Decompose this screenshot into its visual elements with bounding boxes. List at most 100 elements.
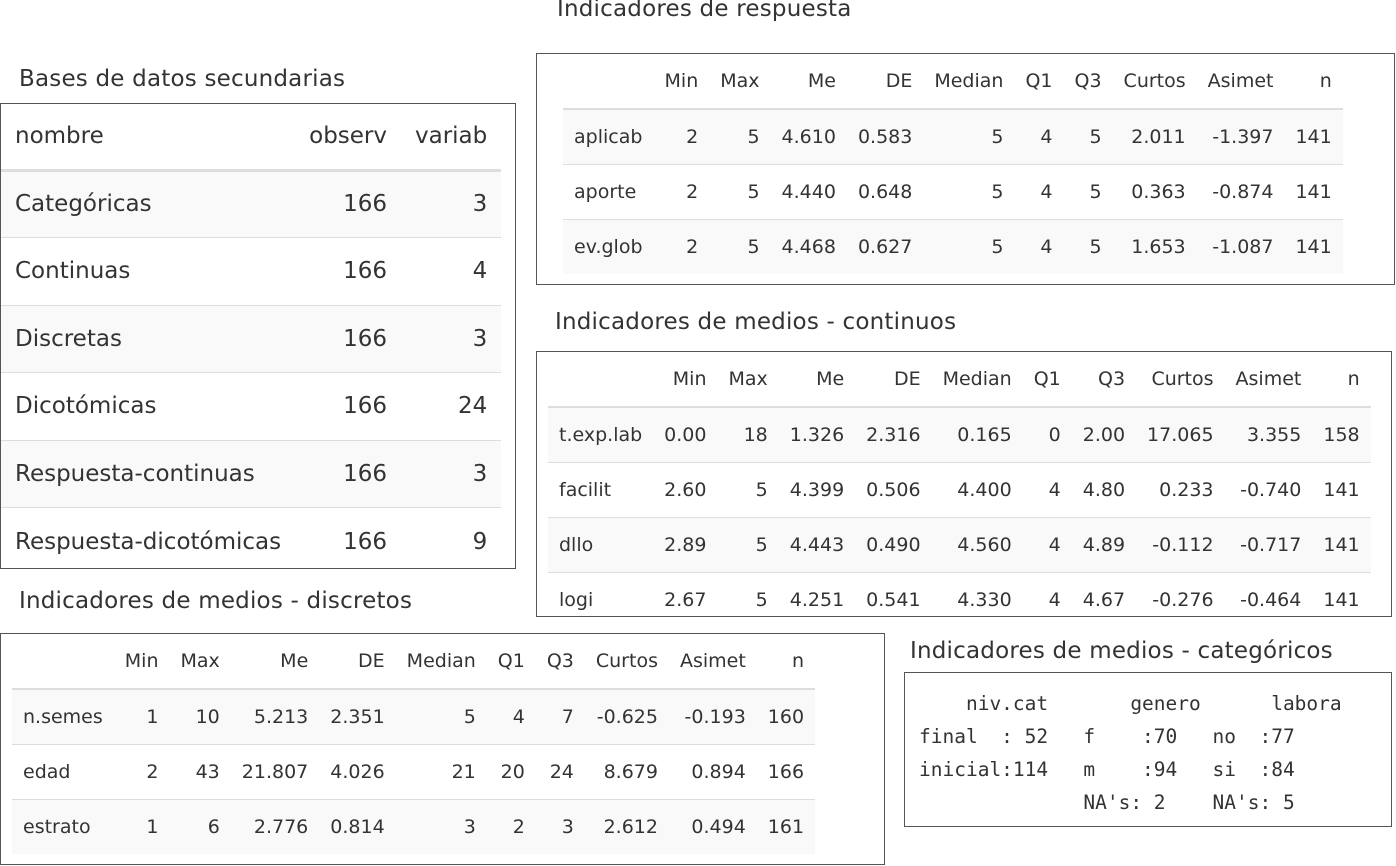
table-cell: -0.276	[1136, 571, 1225, 616]
header-rowname	[563, 54, 654, 110]
table-cell: 2.00	[1071, 406, 1137, 462]
column-header: Q3	[1063, 54, 1113, 110]
table-row: logi 2.67 5 4.251 0.541 4.330 4 4.67 -0.276 -0.46…	[548, 571, 1371, 616]
row-label: Dicotómicas	[1, 372, 296, 440]
column-header: nombre	[1, 104, 296, 172]
title-discretos: Indicadores de medios - discretos	[19, 588, 413, 614]
table-cell: 4	[1022, 516, 1072, 572]
table-row: Categóricas 166 3	[1, 169, 502, 238]
table-cell: 5	[709, 108, 771, 164]
column-header: n	[756, 634, 816, 690]
table-cell: 161	[756, 798, 816, 854]
table-cell: 166	[295, 304, 401, 373]
table-cell: 166	[295, 169, 401, 238]
categoricos-summary: niv.cat genero labora final : 52 f :70 n…	[919, 687, 1391, 819]
table-cell: 166	[295, 507, 401, 568]
table-cell: 17.065	[1136, 406, 1225, 462]
table-cell: 4.251	[778, 571, 856, 616]
table-cell: 5	[923, 218, 1015, 274]
column-header: Q3	[1071, 352, 1137, 408]
table-cell: 0.363	[1112, 163, 1197, 219]
table-cell: 2.351	[319, 688, 396, 744]
table-cell: -0.874	[1196, 163, 1285, 219]
column-header: Median	[923, 54, 1015, 110]
table-cell: 1	[113, 688, 170, 744]
table-cell: 0.506	[855, 461, 932, 517]
row-label: aplicab	[563, 108, 654, 164]
row-label: logi	[548, 571, 654, 616]
table-cell: 141	[1284, 163, 1343, 219]
table-cell: 6	[169, 798, 231, 854]
column-header: Min	[113, 634, 170, 690]
table-cell: 4	[1022, 461, 1072, 517]
table-cell: 5	[717, 571, 779, 616]
table-cell: 3	[401, 169, 502, 238]
row-label: edad	[12, 743, 114, 799]
row-label: Categóricas	[1, 169, 296, 238]
row-label: Discretas	[1, 304, 296, 373]
row-label: dllo	[548, 516, 654, 572]
column-header: Curtos	[1136, 352, 1225, 408]
table-row: estrato 1 6 2.776 0.814 3 2 3 2.612 0.494 161	[12, 798, 816, 854]
discretos-header-row: Min Max Me DE Median Q1 Q3 Curtos Asimet n	[12, 634, 816, 690]
table-row: dllo 2.89 5 4.443 0.490 4.560 4 4.89 -0.112 -0.71…	[548, 516, 1371, 572]
table-row: Respuesta-continuas 166 3	[1, 439, 502, 508]
table-cell: 18	[717, 406, 779, 462]
table-cell: 2.89	[653, 516, 718, 572]
table-cell: 7	[535, 688, 585, 744]
row-label: Continuas	[1, 237, 296, 305]
table-cell: 4.468	[770, 218, 847, 274]
table-cell: 2	[653, 163, 710, 219]
table-row: facilit 2.60 5 4.399 0.506 4.400 4 4.80 0.233 -0.…	[548, 461, 1371, 517]
bases-panel: nombre observ variab Categóricas 166 3 Contin…	[0, 103, 516, 569]
table-cell: -1.087	[1196, 218, 1285, 274]
table-row: aplicab 2 5 4.610 0.583 5 4 5 2.011 -1.397 141	[563, 108, 1343, 164]
title-respuesta: Indicadores de respuesta	[557, 0, 852, 22]
column-header: Me	[230, 634, 320, 690]
table-row: Discretas 166 3	[1, 304, 502, 373]
table-row: edad 2 43 21.807 4.026 21 20 24 8.679 0.894 166	[12, 743, 816, 799]
table-cell: 4	[1014, 218, 1064, 274]
column-header: DE	[319, 634, 396, 690]
table-cell: 5.213	[230, 688, 320, 744]
table-row: aporte 2 5 4.440 0.648 5 4 5 0.363 -0.874 141	[563, 163, 1343, 219]
table-cell: 2.67	[653, 571, 718, 616]
table-cell: 24	[401, 372, 502, 440]
row-label: estrato	[12, 798, 114, 854]
table-cell: 2.612	[584, 798, 669, 854]
table-cell: 166	[295, 372, 401, 440]
discretos-panel: Min Max Me DE Median Q1 Q3 Curtos Asimet n n.seme…	[0, 633, 885, 865]
table-cell: 4.443	[778, 516, 856, 572]
table-cell: 5	[1063, 108, 1113, 164]
table-cell: 21	[395, 743, 487, 799]
table-cell: 4	[1022, 571, 1072, 616]
table-cell: 4	[1014, 163, 1064, 219]
table-cell: 0.648	[846, 163, 924, 219]
bases-table: nombre observ variab Categóricas 166 3 Contin…	[1, 104, 502, 568]
table-cell: 4.80	[1071, 461, 1137, 517]
row-label: ev.glob	[563, 218, 654, 274]
continuos-table: Min Max Me DE Median Q1 Q3 Curtos Asimet n t.exp.…	[548, 352, 1371, 616]
table-cell: 1.326	[778, 406, 856, 462]
table-cell: 2.776	[230, 798, 320, 854]
table-cell: 3	[401, 439, 502, 508]
table-cell: 4	[486, 688, 536, 744]
column-header: Median	[395, 634, 487, 690]
column-header: Curtos	[584, 634, 669, 690]
table-cell: 10	[169, 688, 231, 744]
table-cell: 2.316	[855, 406, 932, 462]
table-cell: 9	[401, 507, 502, 568]
row-label: Respuesta-continuas	[1, 439, 296, 508]
table-cell: 5	[923, 163, 1015, 219]
title-categoricos: Indicadores de medios - categóricos	[910, 638, 1333, 664]
respuesta-table: Min Max Me DE Median Q1 Q3 Curtos Asimet n aplica…	[563, 54, 1343, 274]
summary-line: niv.cat genero labora	[919, 692, 1342, 715]
table-cell: 4.026	[319, 743, 396, 799]
table-cell: 5	[1063, 163, 1113, 219]
table-cell: 4.330	[931, 571, 1023, 616]
table-cell: 166	[295, 439, 401, 508]
column-header: Median	[931, 352, 1023, 408]
summary-line: inicial:114 m :94 si :84	[919, 758, 1295, 781]
table-cell: 1.653	[1112, 218, 1197, 274]
column-header: n	[1312, 352, 1371, 408]
